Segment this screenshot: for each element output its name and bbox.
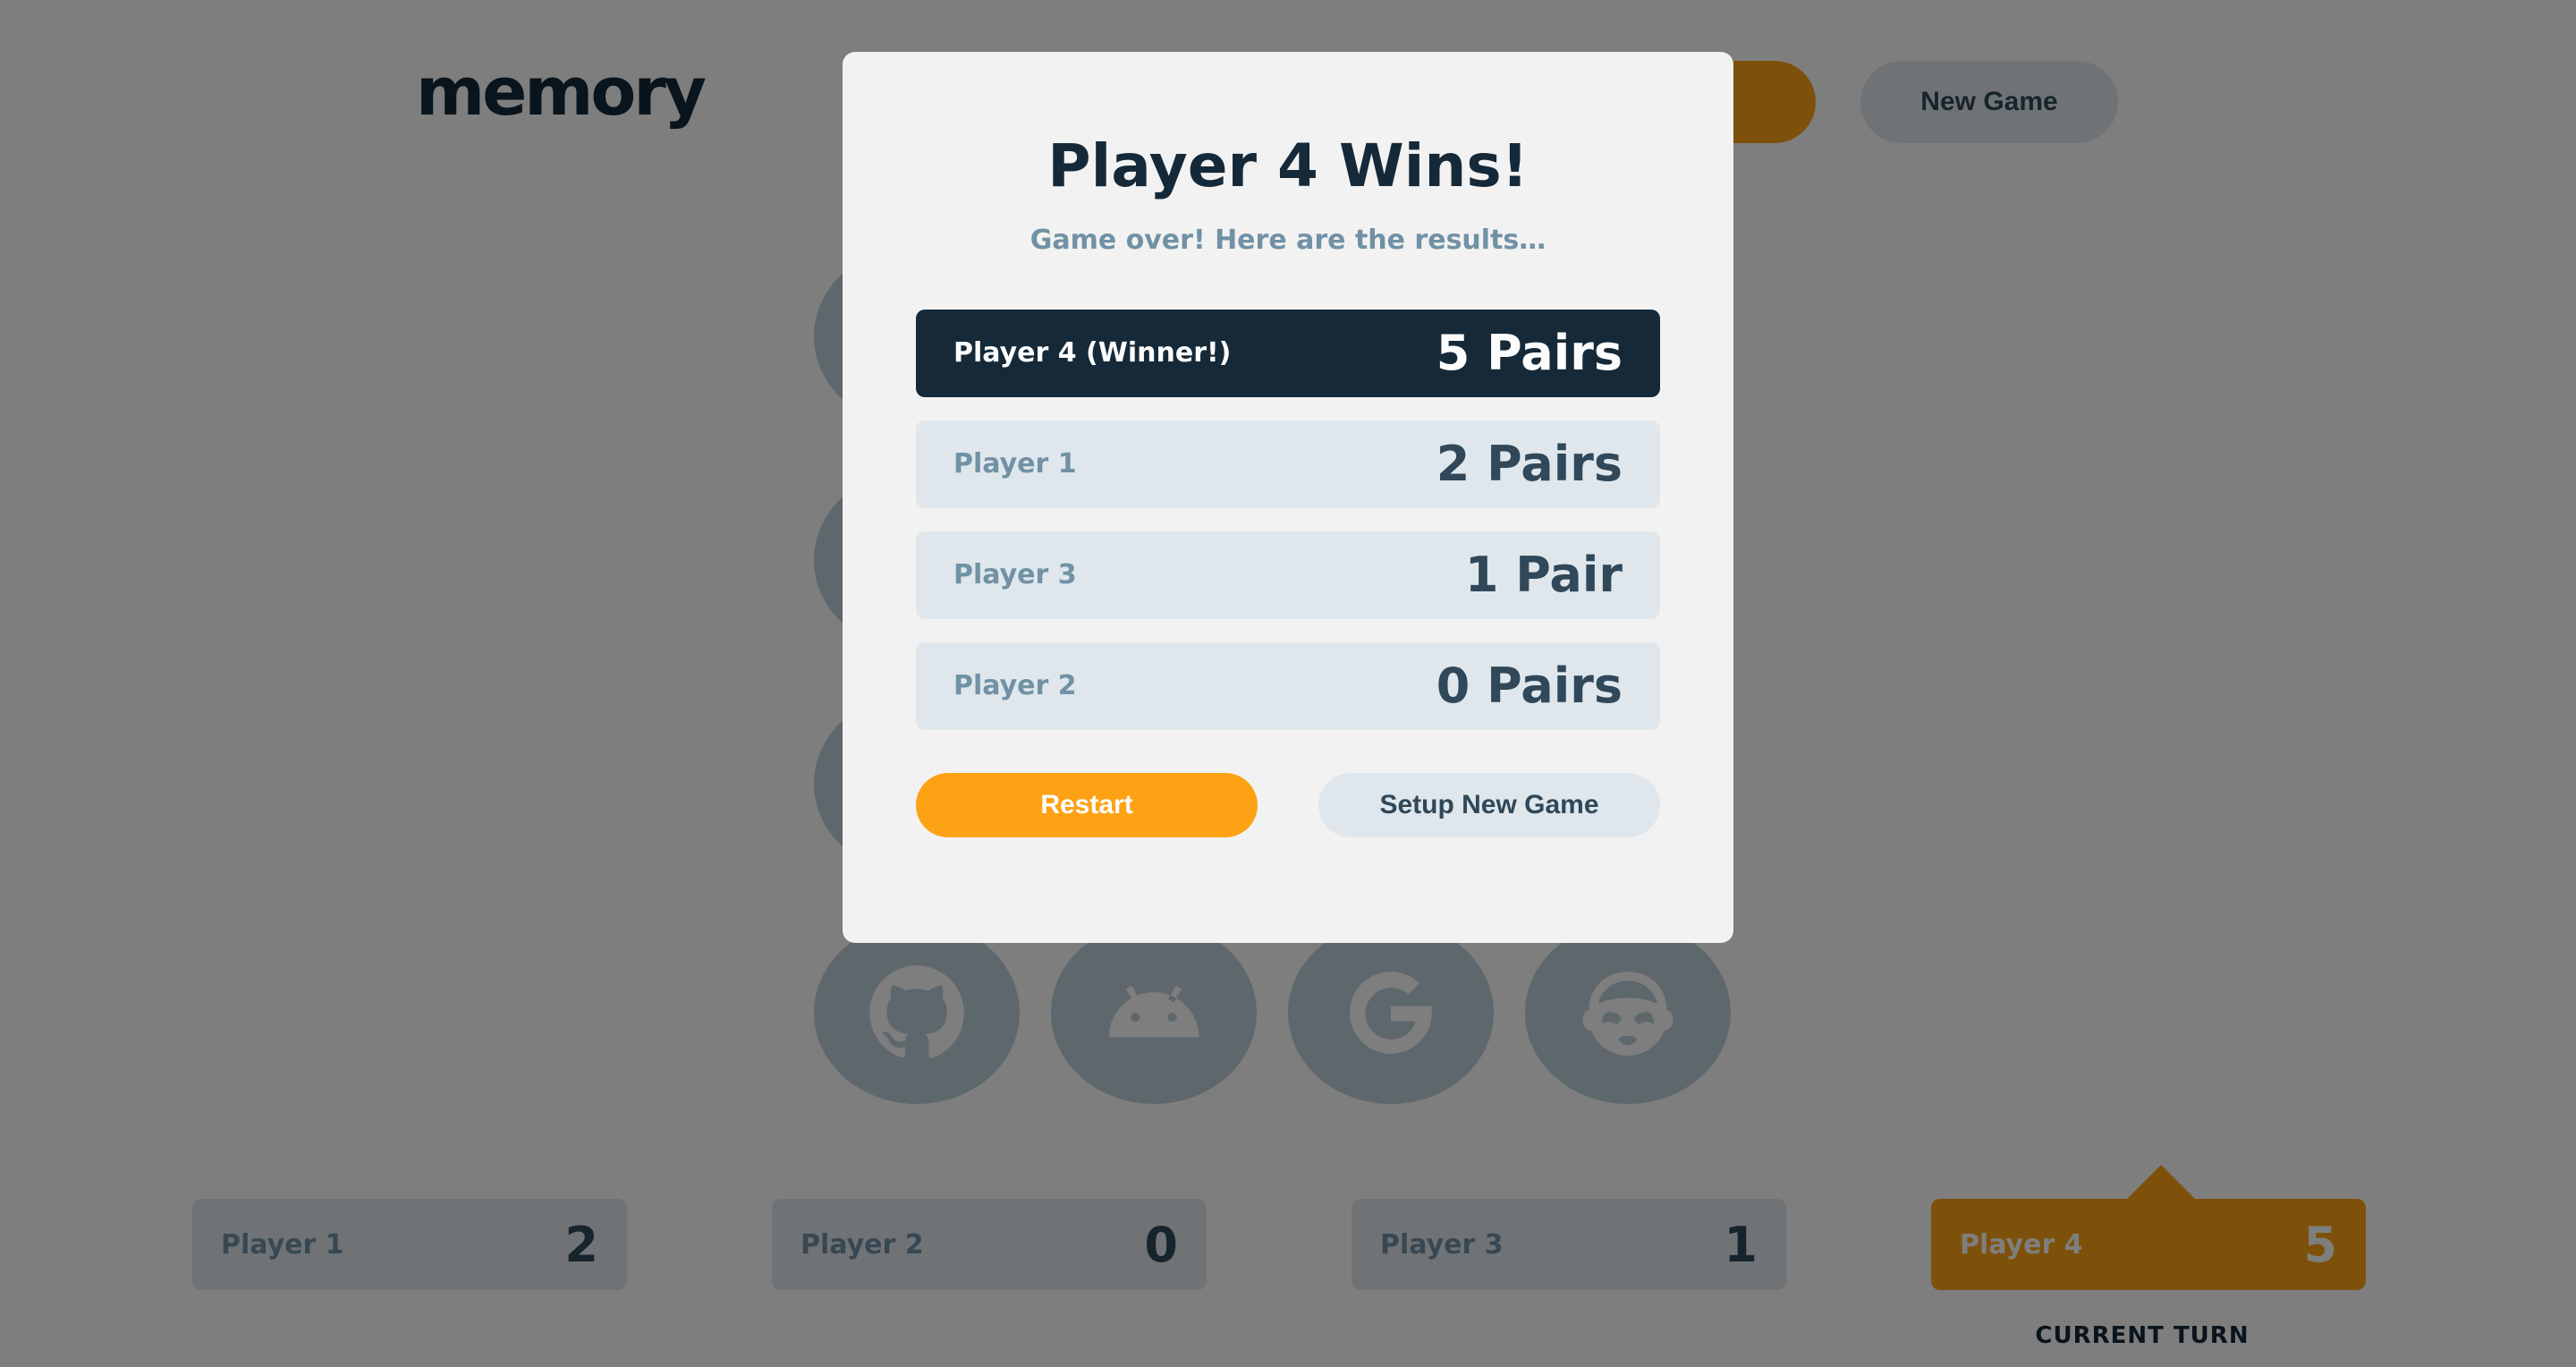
result-score: 5 Pairs — [1436, 325, 1623, 382]
result-player-name: Player 3 — [953, 559, 1077, 591]
result-row: Player 1 2 Pairs — [916, 420, 1660, 508]
result-row: Player 2 0 Pairs — [916, 641, 1660, 730]
result-player-name: Player 1 — [953, 448, 1077, 480]
result-score: 1 Pair — [1464, 547, 1623, 604]
results-list: Player 4 (Winner!) 5 Pairs Player 1 2 Pa… — [916, 309, 1660, 730]
result-row-winner: Player 4 (Winner!) 5 Pairs — [916, 309, 1660, 397]
setup-new-game-button[interactable]: Setup New Game — [1318, 772, 1660, 837]
modal-subtitle: Game over! Here are the results… — [1030, 224, 1546, 256]
result-row: Player 3 1 Pair — [916, 531, 1660, 619]
modal-actions: Restart Setup New Game — [916, 772, 1660, 837]
result-player-name: Player 4 (Winner!) — [953, 337, 1232, 369]
modal-restart-button[interactable]: Restart — [916, 772, 1258, 837]
result-score: 2 Pairs — [1436, 436, 1623, 493]
results-modal: Player 4 Wins! Game over! Here are the r… — [843, 52, 1733, 943]
result-player-name: Player 2 — [953, 670, 1077, 702]
modal-title: Player 4 Wins! — [1047, 132, 1529, 200]
result-score: 0 Pairs — [1436, 658, 1623, 715]
